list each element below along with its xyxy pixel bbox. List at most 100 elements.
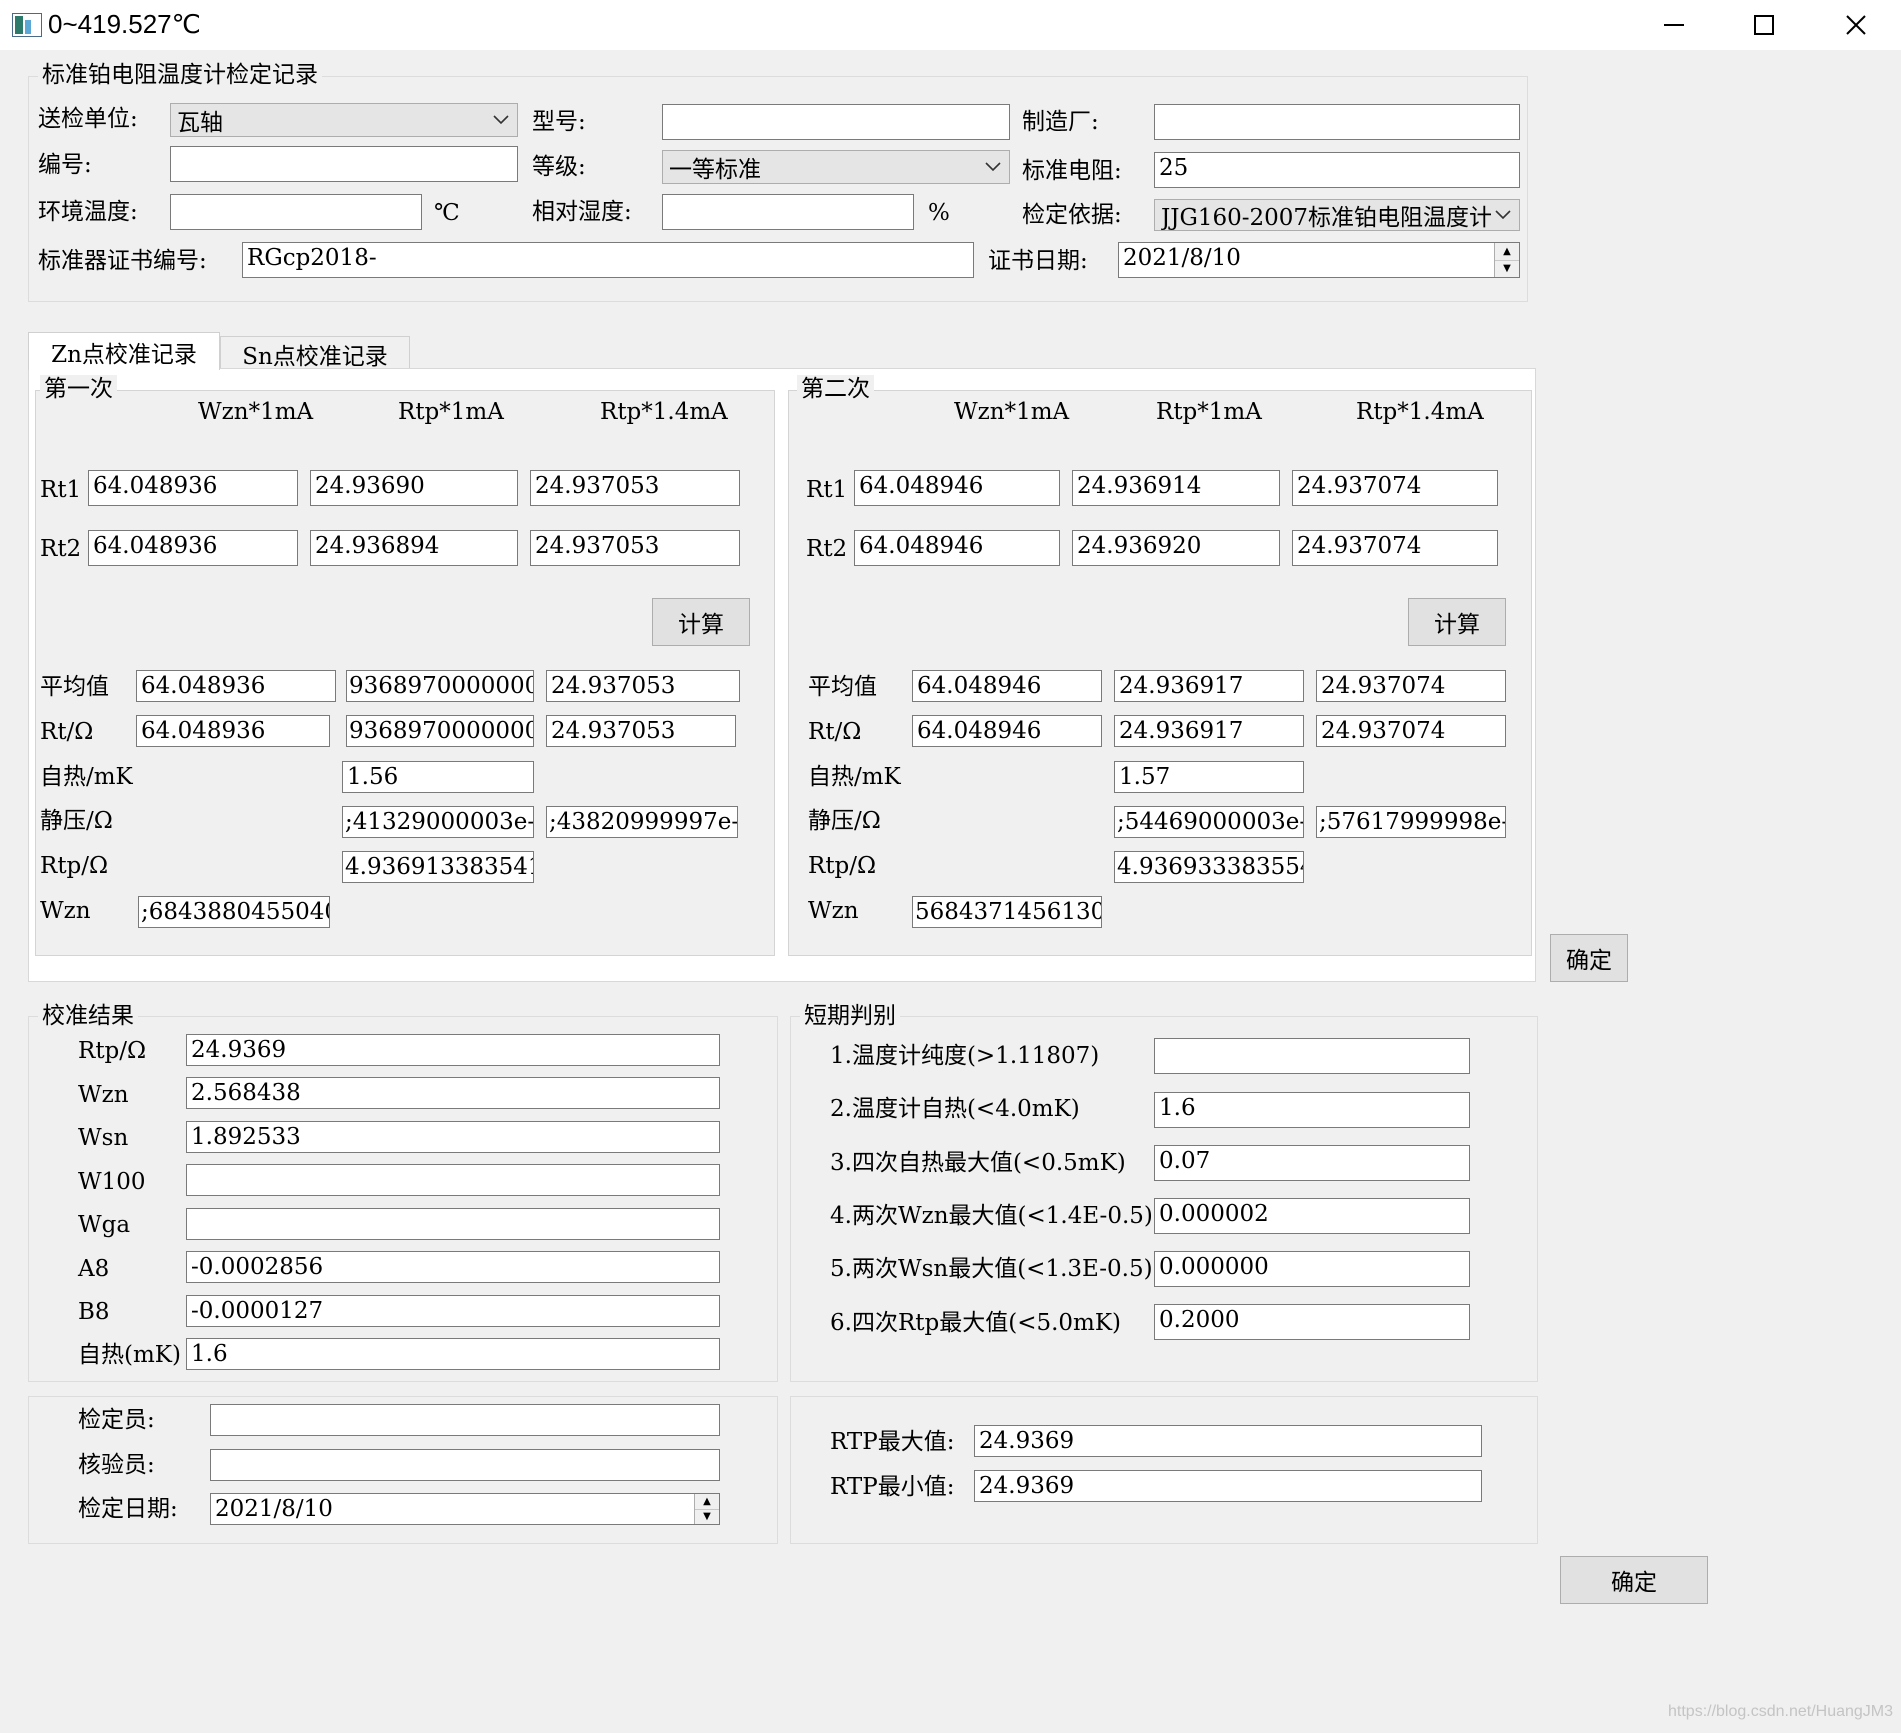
second-rt-rtp14[interactable]: 24.937074 xyxy=(1316,715,1506,747)
grade-combo[interactable]: 一等标准 xyxy=(662,150,1010,184)
result-label-b8: B8 xyxy=(78,1299,110,1325)
second-calculate-button[interactable]: 计算 xyxy=(1408,598,1506,646)
cert-date-picker[interactable]: 2021/8/10 ▲ ▼ xyxy=(1118,242,1520,278)
first-rt-label: Rt/Ω xyxy=(40,719,94,745)
result-label-self-heat: 自热(mK) xyxy=(78,1342,181,1368)
maker-input[interactable] xyxy=(1154,104,1520,140)
tab-confirm-button[interactable]: 确定 xyxy=(1550,934,1628,982)
first-rt-rtp14[interactable]: 24.937053 xyxy=(546,715,736,747)
rtp-min-input[interactable]: 24.9369 xyxy=(974,1470,1482,1502)
second-rt2-rtp14[interactable]: 24.937074 xyxy=(1292,530,1498,566)
first-avg-rtp1[interactable]: 936897000000002 xyxy=(346,670,534,702)
results-group-title: 校准结果 xyxy=(38,1002,138,1030)
basis-combo[interactable]: JJG160-2007标准铂电阻温度计 xyxy=(1154,199,1520,231)
first-rt1-rtp1[interactable]: 24.93690 xyxy=(310,470,518,506)
second-rt2-rtp1[interactable]: 24.936920 xyxy=(1072,530,1280,566)
env-temp-input[interactable] xyxy=(170,194,422,230)
first-rt2-label: Rt2 xyxy=(40,536,82,562)
spin-down-icon[interactable]: ▼ xyxy=(695,1509,719,1524)
judge-value-5[interactable]: 0.000000 xyxy=(1154,1251,1470,1287)
grade-label: 等级: xyxy=(532,154,586,180)
second-rt-rtp1[interactable]: 24.936917 xyxy=(1114,715,1304,747)
cert-no-input[interactable]: RGcp2018- xyxy=(242,242,974,278)
first-rt2-rtp14[interactable]: 24.937053 xyxy=(530,530,740,566)
judge-value-4[interactable]: 0.000002 xyxy=(1154,1198,1470,1234)
spin-down-icon[interactable]: ▼ xyxy=(1495,260,1519,277)
first-static-rtp14[interactable]: ;43820999997e-05 xyxy=(546,806,738,838)
first-rtp-input[interactable]: 4.93691338354133 xyxy=(342,851,534,883)
rtp-max-input[interactable]: 24.9369 xyxy=(974,1425,1482,1457)
verifier-input[interactable] xyxy=(210,1404,720,1436)
second-rtp-input[interactable]: 4.93693338355447 xyxy=(1114,851,1304,883)
judge-value-2[interactable]: 1.6 xyxy=(1154,1092,1470,1128)
result-value-self-heat[interactable]: 1.6 xyxy=(186,1338,720,1370)
second-rt2-wzn[interactable]: 64.048946 xyxy=(854,530,1060,566)
first-wzn-input[interactable]: ;684388045504094 xyxy=(138,896,330,928)
second-avg-wzn[interactable]: 64.048946 xyxy=(912,670,1102,702)
second-rt2-label: Rt2 xyxy=(806,536,848,562)
judge-value-6[interactable]: 0.2000 xyxy=(1154,1304,1470,1340)
first-rt2-wzn[interactable]: 64.048936 xyxy=(88,530,298,566)
result-value-rtp[interactable]: 24.9369 xyxy=(186,1034,720,1066)
result-value-wsn[interactable]: 1.892533 xyxy=(186,1121,720,1153)
second-self-heat-input[interactable]: 1.57 xyxy=(1114,761,1304,793)
tab-sn[interactable]: Sn点校准记录 xyxy=(220,336,410,370)
second-avg-rtp14[interactable]: 24.937074 xyxy=(1316,670,1506,702)
spin-up-icon[interactable]: ▲ xyxy=(1495,243,1519,261)
close-button[interactable] xyxy=(1826,0,1886,50)
number-input[interactable] xyxy=(170,146,518,182)
record-group-title: 标准铂电阻温度计检定记录 xyxy=(38,61,322,89)
humidity-input[interactable] xyxy=(662,194,914,230)
second-wzn-input[interactable]: 568437145613073 xyxy=(912,896,1102,928)
judge-value-1[interactable] xyxy=(1154,1038,1470,1074)
first-rt-wzn[interactable]: 64.048936 xyxy=(136,715,330,747)
first-rt-rtp1[interactable]: 936897000000002 xyxy=(346,715,534,747)
result-value-b8[interactable]: -0.0000127 xyxy=(186,1295,720,1327)
first-col-wzn: Wzn*1mA xyxy=(198,399,314,425)
watermark: https://blog.csdn.net/HuangJM3 xyxy=(1668,1703,1894,1720)
close-icon xyxy=(1846,15,1866,35)
unit-combo[interactable]: 瓦轴 xyxy=(170,103,518,137)
second-avg-label: 平均值 xyxy=(808,674,877,700)
second-rt1-wzn[interactable]: 64.048946 xyxy=(854,470,1060,506)
verify-date-picker[interactable]: 2021/8/10 ▲ ▼ xyxy=(210,1493,720,1525)
first-self-heat-input[interactable]: 1.56 xyxy=(342,761,534,793)
checker-input[interactable] xyxy=(210,1449,720,1481)
first-avg-label: 平均值 xyxy=(40,674,109,700)
second-rt-wzn[interactable]: 64.048946 xyxy=(912,715,1102,747)
first-rt2-rtp1[interactable]: 24.936894 xyxy=(310,530,518,566)
second-rt1-rtp14[interactable]: 24.937074 xyxy=(1292,470,1498,506)
judge-label-3: 3.四次自热最大值(<0.5mK) xyxy=(830,1150,1126,1176)
maximize-button[interactable] xyxy=(1734,0,1794,50)
cert-no-label: 标准器证书编号: xyxy=(38,248,207,274)
first-avg-wzn[interactable]: 64.048936 xyxy=(136,670,336,702)
second-rt1-rtp1[interactable]: 24.936914 xyxy=(1072,470,1280,506)
second-static-rtp14[interactable]: ;57617999998e-05 xyxy=(1316,806,1506,838)
spin-up-icon[interactable]: ▲ xyxy=(695,1494,719,1510)
second-static-rtp1[interactable]: ;54469000003e-05 xyxy=(1114,806,1304,838)
result-value-wga[interactable] xyxy=(186,1208,720,1240)
rtp-min-label: RTP最小值: xyxy=(830,1474,955,1500)
judge-label-4: 4.两次Wzn最大值(<1.4E-0.5) xyxy=(830,1203,1153,1229)
first-avg-rtp14[interactable]: 24.937053 xyxy=(546,670,740,702)
confirm-button[interactable]: 确定 xyxy=(1560,1556,1708,1604)
minimize-button[interactable] xyxy=(1644,0,1704,50)
second-avg-rtp1[interactable]: 24.936917 xyxy=(1114,670,1304,702)
result-value-w100[interactable] xyxy=(186,1164,720,1196)
result-value-wzn[interactable]: 2.568438 xyxy=(186,1077,720,1109)
judge-value-3[interactable]: 0.07 xyxy=(1154,1145,1470,1181)
first-rt1-wzn[interactable]: 64.048936 xyxy=(88,470,298,506)
tab-sn-label: Sn点校准记录 xyxy=(242,343,388,370)
model-input[interactable] xyxy=(662,104,1010,140)
first-calculate-button[interactable]: 计算 xyxy=(652,598,750,646)
window-title: 0~419.527℃ xyxy=(48,9,201,39)
std-res-input[interactable]: 25 xyxy=(1154,152,1520,188)
result-value-a8[interactable]: -0.0002856 xyxy=(186,1251,720,1283)
humidity-label: 相对湿度: xyxy=(532,199,632,225)
tab-zn[interactable]: Zn点校准记录 xyxy=(28,332,220,370)
first-col-rtp1: Rtp*1mA xyxy=(398,399,504,425)
first-rt1-rtp14[interactable]: 24.937053 xyxy=(530,470,740,506)
first-static-rtp1[interactable]: ;41329000003e-05 xyxy=(342,806,534,838)
second-self-heat-label: 自热/mK xyxy=(808,764,901,790)
minimize-icon xyxy=(1664,24,1684,26)
